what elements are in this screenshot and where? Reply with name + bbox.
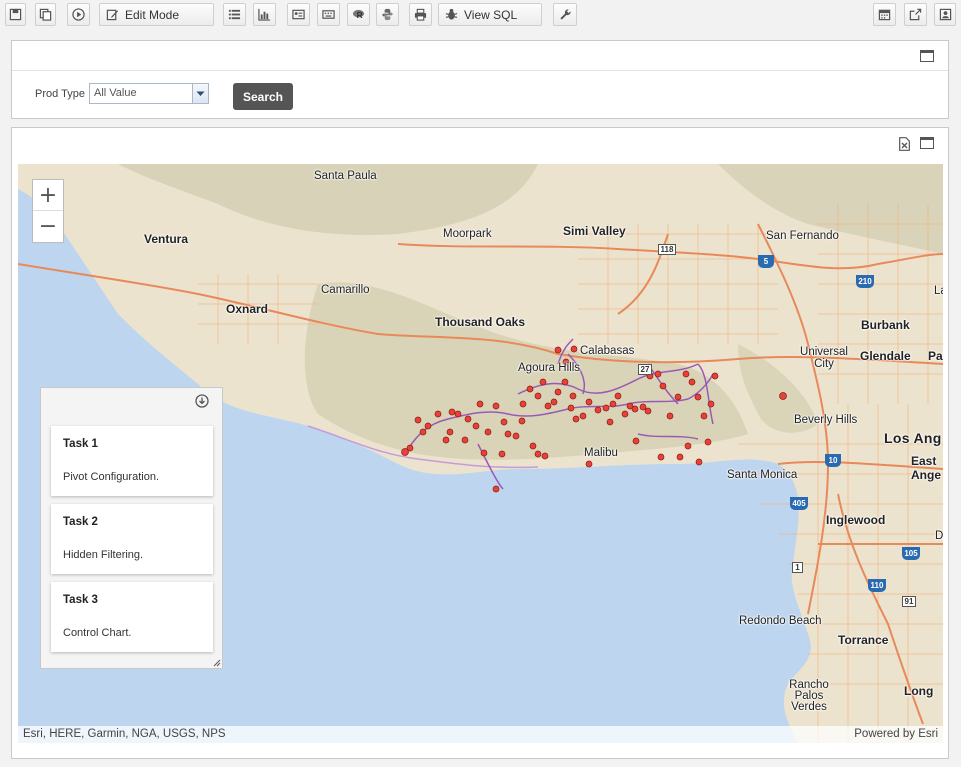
place-d-edge: D <box>935 530 943 542</box>
place-east-la: East Ange <box>911 454 941 482</box>
task-card[interactable]: Task 2 Hidden Filtering. <box>51 504 213 574</box>
interstate-210-shield: 210 <box>856 275 874 288</box>
user-profile-icon[interactable] <box>934 3 956 26</box>
interstate-110-shield: 110 <box>868 579 886 592</box>
task-card[interactable]: Task 1 Pivot Configuration. <box>51 426 213 496</box>
interstate-5-shield: 5 <box>758 255 774 268</box>
toolbar: Edit Mode R View SQL <box>0 0 961 30</box>
highway-91-shield: 91 <box>902 596 916 607</box>
r-language-icon[interactable]: R <box>347 3 370 26</box>
edit-mode-label: Edit Mode <box>125 7 180 22</box>
task-description: Hidden Filtering. <box>63 549 144 561</box>
task-title: Task 2 <box>63 516 98 528</box>
wrench-icon[interactable] <box>553 3 577 26</box>
task-title: Task 3 <box>63 594 98 606</box>
attribution-text: Esri, HERE, Garmin, NGA, USGS, NPS <box>23 728 226 740</box>
place-torrance: Torrance <box>838 633 889 647</box>
map-panel-header <box>12 128 948 158</box>
place-redondo-beach: Redondo Beach <box>739 615 822 627</box>
interstate-405-shield: 405 <box>790 497 808 510</box>
prod-type-label: Prod Type <box>35 88 85 100</box>
place-camarillo: Camarillo <box>321 284 370 296</box>
bar-chart-icon[interactable] <box>253 3 276 26</box>
place-long-beach: Long <box>904 684 934 698</box>
map-panel: 118 5 210 27 10 405 105 1 110 91 Santa P… <box>11 127 949 759</box>
place-ventura: Ventura <box>144 232 189 246</box>
place-agoura-hills: Agoura Hills <box>518 362 580 374</box>
place-glendale: Glendale <box>860 349 911 363</box>
place-simi-valley: Simi Valley <box>563 224 626 238</box>
place-san-fernando: San Fernando <box>766 230 839 242</box>
map-view[interactable]: 118 5 210 27 10 405 105 1 110 91 Santa P… <box>18 164 943 743</box>
svg-text:R: R <box>357 10 363 20</box>
filter-panel-header <box>12 41 948 71</box>
id-card-icon[interactable] <box>287 3 310 26</box>
prod-type-value: All Value <box>94 87 137 99</box>
chevron-down-icon[interactable] <box>192 84 208 103</box>
highway-118-shield: 118 <box>658 244 676 255</box>
zoom-out-button[interactable]: − <box>33 211 63 242</box>
task-description: Control Chart. <box>63 627 132 639</box>
resize-handle-icon[interactable] <box>213 659 221 667</box>
excel-export-icon[interactable] <box>899 137 910 151</box>
place-oxnard: Oxnard <box>226 302 269 316</box>
place-rancho-palos-verdes: Rancho Palos Verdes <box>789 679 829 713</box>
task-description: Pivot Configuration. <box>63 471 159 483</box>
place-la-edge: La <box>934 285 943 297</box>
calendar-icon[interactable] <box>873 3 896 26</box>
save-icon[interactable] <box>5 3 26 26</box>
zoom-control: + − <box>32 179 64 243</box>
maximize-icon[interactable] <box>920 137 934 149</box>
place-los-angeles: Los Ang <box>884 430 942 446</box>
place-santa-monica: Santa Monica <box>727 469 798 481</box>
place-moorpark: Moorpark <box>443 228 492 240</box>
highway-1-shield: 1 <box>792 562 803 573</box>
view-sql-label: View SQL <box>464 7 518 22</box>
task-card[interactable]: Task 3 Control Chart. <box>51 582 213 652</box>
place-malibu: Malibu <box>584 447 618 459</box>
print-icon[interactable] <box>409 3 432 26</box>
maximize-icon[interactable] <box>920 50 934 62</box>
share-icon[interactable] <box>904 3 927 26</box>
list-icon[interactable] <box>223 3 246 26</box>
search-button[interactable]: Search <box>233 83 293 110</box>
python-icon[interactable] <box>376 3 399 26</box>
place-inglewood: Inglewood <box>826 513 886 527</box>
zoom-in-button[interactable]: + <box>33 180 63 211</box>
edit-icon <box>106 9 119 21</box>
place-santa-paula: Santa Paula <box>314 170 377 182</box>
place-pa-edge: Pa <box>928 349 943 363</box>
place-universal-city: Universal City <box>800 346 848 370</box>
play-icon[interactable] <box>67 3 90 26</box>
tasks-panel: Task 1 Pivot Configuration. Task 2 Hidde… <box>40 387 223 669</box>
place-beverly-hills: Beverly Hills <box>794 414 858 426</box>
task-title: Task 1 <box>63 438 98 450</box>
edit-mode-button[interactable]: Edit Mode <box>99 3 214 26</box>
place-burbank: Burbank <box>861 318 910 332</box>
prod-type-select[interactable]: All Value <box>89 83 209 104</box>
download-icon[interactable] <box>195 394 209 408</box>
place-calabasas: Calabasas <box>580 345 635 357</box>
bug-icon <box>445 8 458 20</box>
view-sql-button[interactable]: View SQL <box>438 3 542 26</box>
interstate-10-shield: 10 <box>825 454 841 467</box>
filter-panel: Prod Type All Value Search <box>11 40 949 119</box>
interstate-105-shield: 105 <box>902 547 920 560</box>
map-attribution: Esri, HERE, Garmin, NGA, USGS, NPS Power… <box>18 726 943 743</box>
highway-27-shield: 27 <box>638 364 652 375</box>
powered-by-esri[interactable]: Powered by Esri <box>854 728 938 740</box>
place-thousand-oaks: Thousand Oaks <box>435 315 526 329</box>
keyboard-icon[interactable] <box>317 3 340 26</box>
copy-icon[interactable] <box>35 3 56 26</box>
